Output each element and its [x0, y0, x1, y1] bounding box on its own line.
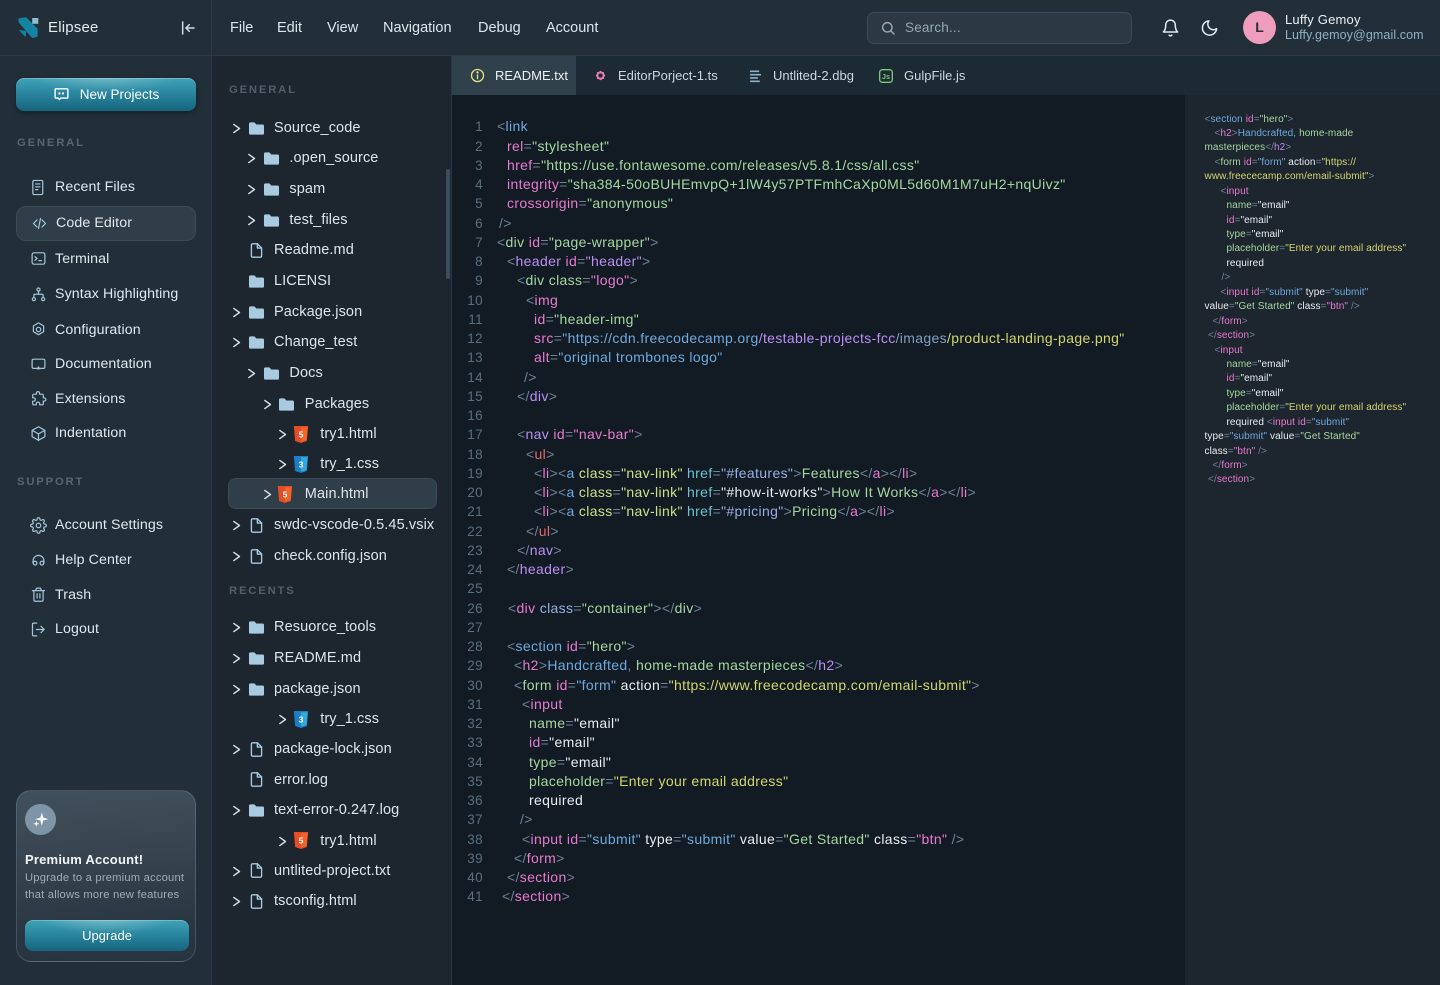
svg-text:3: 3: [298, 714, 303, 724]
svg-text:5: 5: [283, 489, 288, 499]
svg-text:5: 5: [298, 429, 303, 439]
svg-text:5: 5: [298, 835, 303, 845]
svg-text:Js: Js: [882, 72, 890, 81]
svg-text:3: 3: [298, 459, 303, 469]
